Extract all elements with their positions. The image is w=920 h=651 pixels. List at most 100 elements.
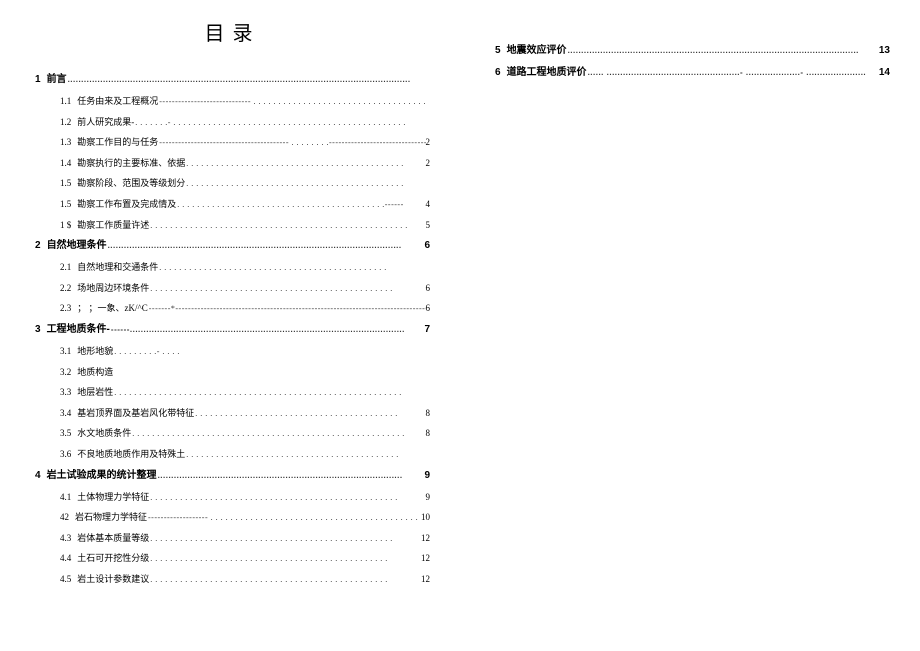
toc-num: 1.2: [60, 116, 71, 129]
toc-leader: . . . . . . . . . . . . . . . . . . . . …: [149, 283, 425, 294]
toc-page: 2: [426, 136, 431, 149]
toc-item: 4.3岩体基本质量等级. . . . . . . . . . . . . . .…: [35, 532, 430, 545]
toc-item: 1.2 前人研究成果-. . . . . . .- . . . . . . . .…: [35, 116, 430, 129]
toc-heading: 5 地震效应评价.................................…: [495, 44, 890, 58]
toc-text: 自然地理和交通条件: [77, 261, 158, 274]
toc-item: 1.3 勘察工作目的与任务----------------------------…: [35, 136, 430, 149]
toc-text: 前言: [47, 73, 67, 87]
toc-leader: . . . . . . . . . . . . . . . . . . . . …: [149, 492, 425, 503]
toc-num: 2.3: [60, 302, 71, 315]
toc-leader: ...... .................................…: [587, 67, 879, 78]
toc-leader: . . . . . . . . . . . . . . . . . . . . …: [185, 158, 425, 169]
toc-num: 3.6: [60, 448, 71, 461]
toc-num: 4.1: [60, 491, 71, 504]
toc-num: 5: [495, 44, 501, 58]
toc-num: 3.4: [60, 407, 71, 420]
toc-leader: ........................................…: [567, 45, 879, 56]
toc-num: 4.4: [60, 552, 71, 565]
toc-item: 1.5勘察阶段、范围及等级划分. . . . . . . . . . . . .…: [35, 177, 430, 190]
toc-num: 6: [495, 66, 501, 80]
toc-num: 3.5: [60, 427, 71, 440]
toc-page: 12: [421, 532, 430, 545]
toc-num: 3.3: [60, 386, 71, 399]
toc-leader: . . . . . . . . . . . . . . . . . . . . …: [149, 574, 421, 585]
toc-text: ； ；一象、zK/^C: [77, 302, 147, 315]
toc-page: 12: [421, 552, 430, 565]
toc-text: 地形地貌: [77, 345, 113, 358]
toc-column-left: 目录 1 前言..................................…: [0, 0, 460, 651]
toc-item: 4.1 土体物理力学特征. . . . . . . . . . . . . . .…: [35, 491, 430, 504]
toc-text: 勘察工作目的与任务: [77, 136, 158, 149]
toc-num: 3: [35, 323, 41, 337]
toc-num: 4.5: [60, 573, 71, 586]
page-title: 目录: [35, 20, 430, 48]
toc-text: 勘察执行的主要标准、依据: [77, 157, 185, 170]
toc-item: 2.3； ；一象、zK/^C-------*------------------…: [35, 302, 430, 315]
toc-item: 42 岩石物理力学特征------------------- . . . . . …: [35, 511, 430, 524]
toc-item: 3.5 水文地质条件. . . . . . . . . . . . . . . .…: [35, 427, 430, 440]
toc-text: 地质构造: [77, 366, 113, 379]
toc-item: 3.3地层岩性. . . . . . . . . . . . . . . . .…: [35, 386, 430, 399]
toc-num: 1: [35, 73, 41, 87]
toc-item: 3.1地形地貌. . . . . . . . .- . . . .: [35, 345, 430, 358]
toc-item: 4.4 土石可开挖性分级. . . . . . . . . . . . . . .…: [35, 552, 430, 565]
toc-item: 3.2 地质构造: [35, 366, 430, 379]
toc-item: 2.1自然地理和交通条件. . . . . . . . . . . . . . …: [35, 261, 430, 274]
toc-leader: ------------------- . . . . . . . . . . …: [147, 512, 421, 523]
toc-column-right: 5 地震效应评价.................................…: [460, 0, 920, 651]
toc-leader: . . . . . . .- . . . . . . . . . . . . .…: [134, 117, 430, 128]
toc-leader: . . . . . . . . . . . . . . . . . . . . …: [185, 178, 430, 189]
toc-text: 土体物理力学特征: [77, 491, 149, 504]
toc-page: 4: [426, 198, 431, 211]
toc-num: 3.2: [60, 366, 71, 379]
toc-item: 1.4 勘察执行的主要标准、依据. . . . . . . . . . . . .…: [35, 157, 430, 170]
toc-page: 6: [426, 302, 431, 315]
toc-item: 3.4基岩顶界面及基岩风化带特征. . . . . . . . . . . . …: [35, 407, 430, 420]
toc-page: 6: [424, 239, 430, 253]
toc-page: 5: [426, 219, 431, 232]
toc-page: 12: [421, 573, 430, 586]
toc-num: 42: [60, 511, 69, 524]
toc-leader: . . . . . . . . . . . . . . . . . . . . …: [149, 533, 421, 544]
toc-text: 勘察阶段、范围及等级划分: [77, 177, 185, 190]
toc-num: 2: [35, 239, 41, 253]
toc-page: 8: [426, 427, 431, 440]
toc-text: 基岩顶界面及基岩风化带特征: [77, 407, 194, 420]
toc-item: 4.5 岩土设计参数建议. . . . . . . . . . . . . . .…: [35, 573, 430, 586]
toc-text: 岩石物理力学特征: [75, 511, 147, 524]
toc-leader: ----------------------------------------…: [158, 137, 425, 148]
toc-text: 水文地质条件: [77, 427, 131, 440]
toc-text: 勘察工作布置及完成情及: [77, 198, 176, 211]
toc-text: 岩体基本质量等级: [77, 532, 149, 545]
toc-leader: ------..................................…: [110, 324, 425, 335]
toc-text: 地震效应评价: [507, 44, 567, 58]
toc-item: 2.2场地周边环境条件. . . . . . . . . . . . . . .…: [35, 282, 430, 295]
toc-leader: . . . . . . . . . . . . . . . . . . . . …: [131, 428, 425, 439]
toc-leader: . . . . . . . . . . . . . . . . . . . . …: [149, 220, 425, 231]
toc-text: 地层岩性: [77, 386, 113, 399]
toc-heading: 6 道路工程地质评价...... ........................…: [495, 66, 890, 80]
toc-leader: . . . . . . . . . . . . . . . . . . . . …: [149, 553, 421, 564]
toc-text: 前人研究成果-: [77, 116, 134, 129]
toc-page: 8: [426, 407, 431, 420]
toc-heading: 1 前言.....................................…: [35, 73, 430, 87]
toc-page: 6: [426, 282, 431, 295]
toc-text: 土石可开挖性分级: [77, 552, 149, 565]
toc-text: 岩土试验成果的统计整理: [47, 469, 157, 483]
toc-num: 1.4: [60, 157, 71, 170]
toc-text: 道路工程地质评价: [507, 66, 587, 80]
toc-leader: ........................................…: [67, 74, 430, 85]
toc-item: 1 $勘察工作质量许述. . . . . . . . . . . . . . .…: [35, 219, 430, 232]
toc-page: 9: [426, 491, 431, 504]
toc-leader: . . . . . . . . . . . . . . . . . . . . …: [158, 262, 430, 273]
toc-text: 岩土设计参数建议: [77, 573, 149, 586]
toc-num: 3.1: [60, 345, 71, 358]
toc-page: 7: [424, 323, 430, 337]
toc-leader: . . . . . . . . . . . . . . . . . . . . …: [176, 199, 425, 210]
toc-heading: 4岩土试验成果的统计整理............................…: [35, 469, 430, 483]
toc-text: 勘察工作质量许述: [77, 219, 149, 232]
toc-num: 1.3: [60, 136, 71, 149]
toc-text: 自然地理条件: [47, 239, 107, 253]
toc-leader: . . . . . . . . . . . . . . . . . . . . …: [185, 449, 430, 460]
toc-num: 4: [35, 469, 41, 483]
